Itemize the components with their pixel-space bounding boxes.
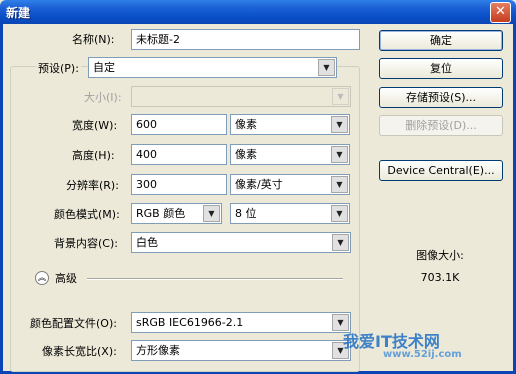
title-bar[interactable]: 新建 ✕ (0, 0, 516, 24)
reset-button[interactable]: 复位 (379, 58, 503, 79)
chevron-down-icon[interactable]: ▼ (332, 234, 349, 251)
preset-label: 预设(P): (36, 62, 81, 76)
height-input[interactable]: 400 (131, 144, 227, 165)
background-label: 背景内容(C): (54, 237, 118, 250)
chevron-down-icon[interactable]: ▼ (331, 146, 348, 163)
width-input[interactable]: 600 (131, 114, 227, 135)
save-preset-button[interactable]: 存储预设(S)... (379, 87, 503, 108)
name-label: 名称(N): (72, 33, 115, 46)
pixel-aspect-select[interactable]: 方形像素 ▼ (131, 340, 351, 361)
chevron-down-icon[interactable]: ▼ (318, 59, 335, 76)
color-mode-value: RGB 颜色 (136, 207, 186, 220)
resolution-input[interactable]: 300 (131, 174, 227, 195)
size-select[interactable]: ▼ (131, 86, 351, 107)
height-unit-value: 像素 (235, 148, 257, 161)
chevron-down-icon[interactable]: ▼ (331, 205, 348, 222)
height-unit-select[interactable]: 像素 ▼ (230, 144, 350, 165)
image-size-value: 703.1K (420, 271, 460, 284)
chevron-down-icon[interactable]: ▼ (203, 205, 220, 222)
height-label: 高度(H): (72, 149, 115, 162)
width-unit-select[interactable]: 像素 ▼ (230, 114, 350, 135)
preset-select[interactable]: 自定 ▼ (88, 57, 337, 78)
name-input[interactable]: 未标题-2 (131, 29, 360, 50)
width-label: 宽度(W): (72, 119, 118, 132)
preset-value: 自定 (93, 61, 115, 74)
color-profile-select[interactable]: sRGB IEC61966-2.1 ▼ (131, 312, 351, 333)
resolution-unit-value: 像素/英寸 (235, 178, 283, 191)
background-value: 白色 (136, 236, 158, 249)
chevron-down-icon[interactable]: ▼ (331, 176, 348, 193)
advanced-separator (87, 278, 343, 280)
color-profile-label: 颜色配置文件(O): (30, 317, 117, 330)
color-mode-select[interactable]: RGB 颜色 ▼ (131, 203, 222, 224)
pixel-aspect-label: 像素长宽比(X): (42, 345, 117, 358)
ok-button[interactable]: 确定 (379, 30, 503, 51)
device-central-button[interactable]: Device Central(E)... (379, 160, 503, 181)
close-button[interactable]: ✕ (490, 2, 511, 23)
pixel-aspect-value: 方形像素 (136, 344, 180, 357)
chevron-down-icon[interactable]: ▼ (332, 88, 349, 105)
watermark-url: www.52ij.com (383, 349, 462, 360)
image-size-label: 图像大小: (416, 249, 464, 262)
collapse-advanced-icon[interactable]: ︽ (35, 271, 49, 285)
chevron-down-icon[interactable]: ▼ (331, 116, 348, 133)
resolution-unit-select[interactable]: 像素/英寸 ▼ (230, 174, 350, 195)
resolution-label: 分辨率(R): (66, 179, 119, 192)
color-mode-label: 颜色模式(M): (54, 208, 120, 221)
advanced-label[interactable]: 高级 (55, 272, 77, 286)
delete-preset-button[interactable]: 删除预设(D)... (379, 115, 503, 136)
color-profile-value: sRGB IEC61966-2.1 (136, 316, 244, 329)
size-label: 大小(I): (84, 91, 122, 104)
bit-depth-value: 8 位 (235, 207, 257, 220)
bit-depth-select[interactable]: 8 位 ▼ (230, 203, 350, 224)
width-unit-value: 像素 (235, 118, 257, 131)
background-select[interactable]: 白色 ▼ (131, 232, 351, 253)
window-title: 新建 (6, 6, 31, 20)
